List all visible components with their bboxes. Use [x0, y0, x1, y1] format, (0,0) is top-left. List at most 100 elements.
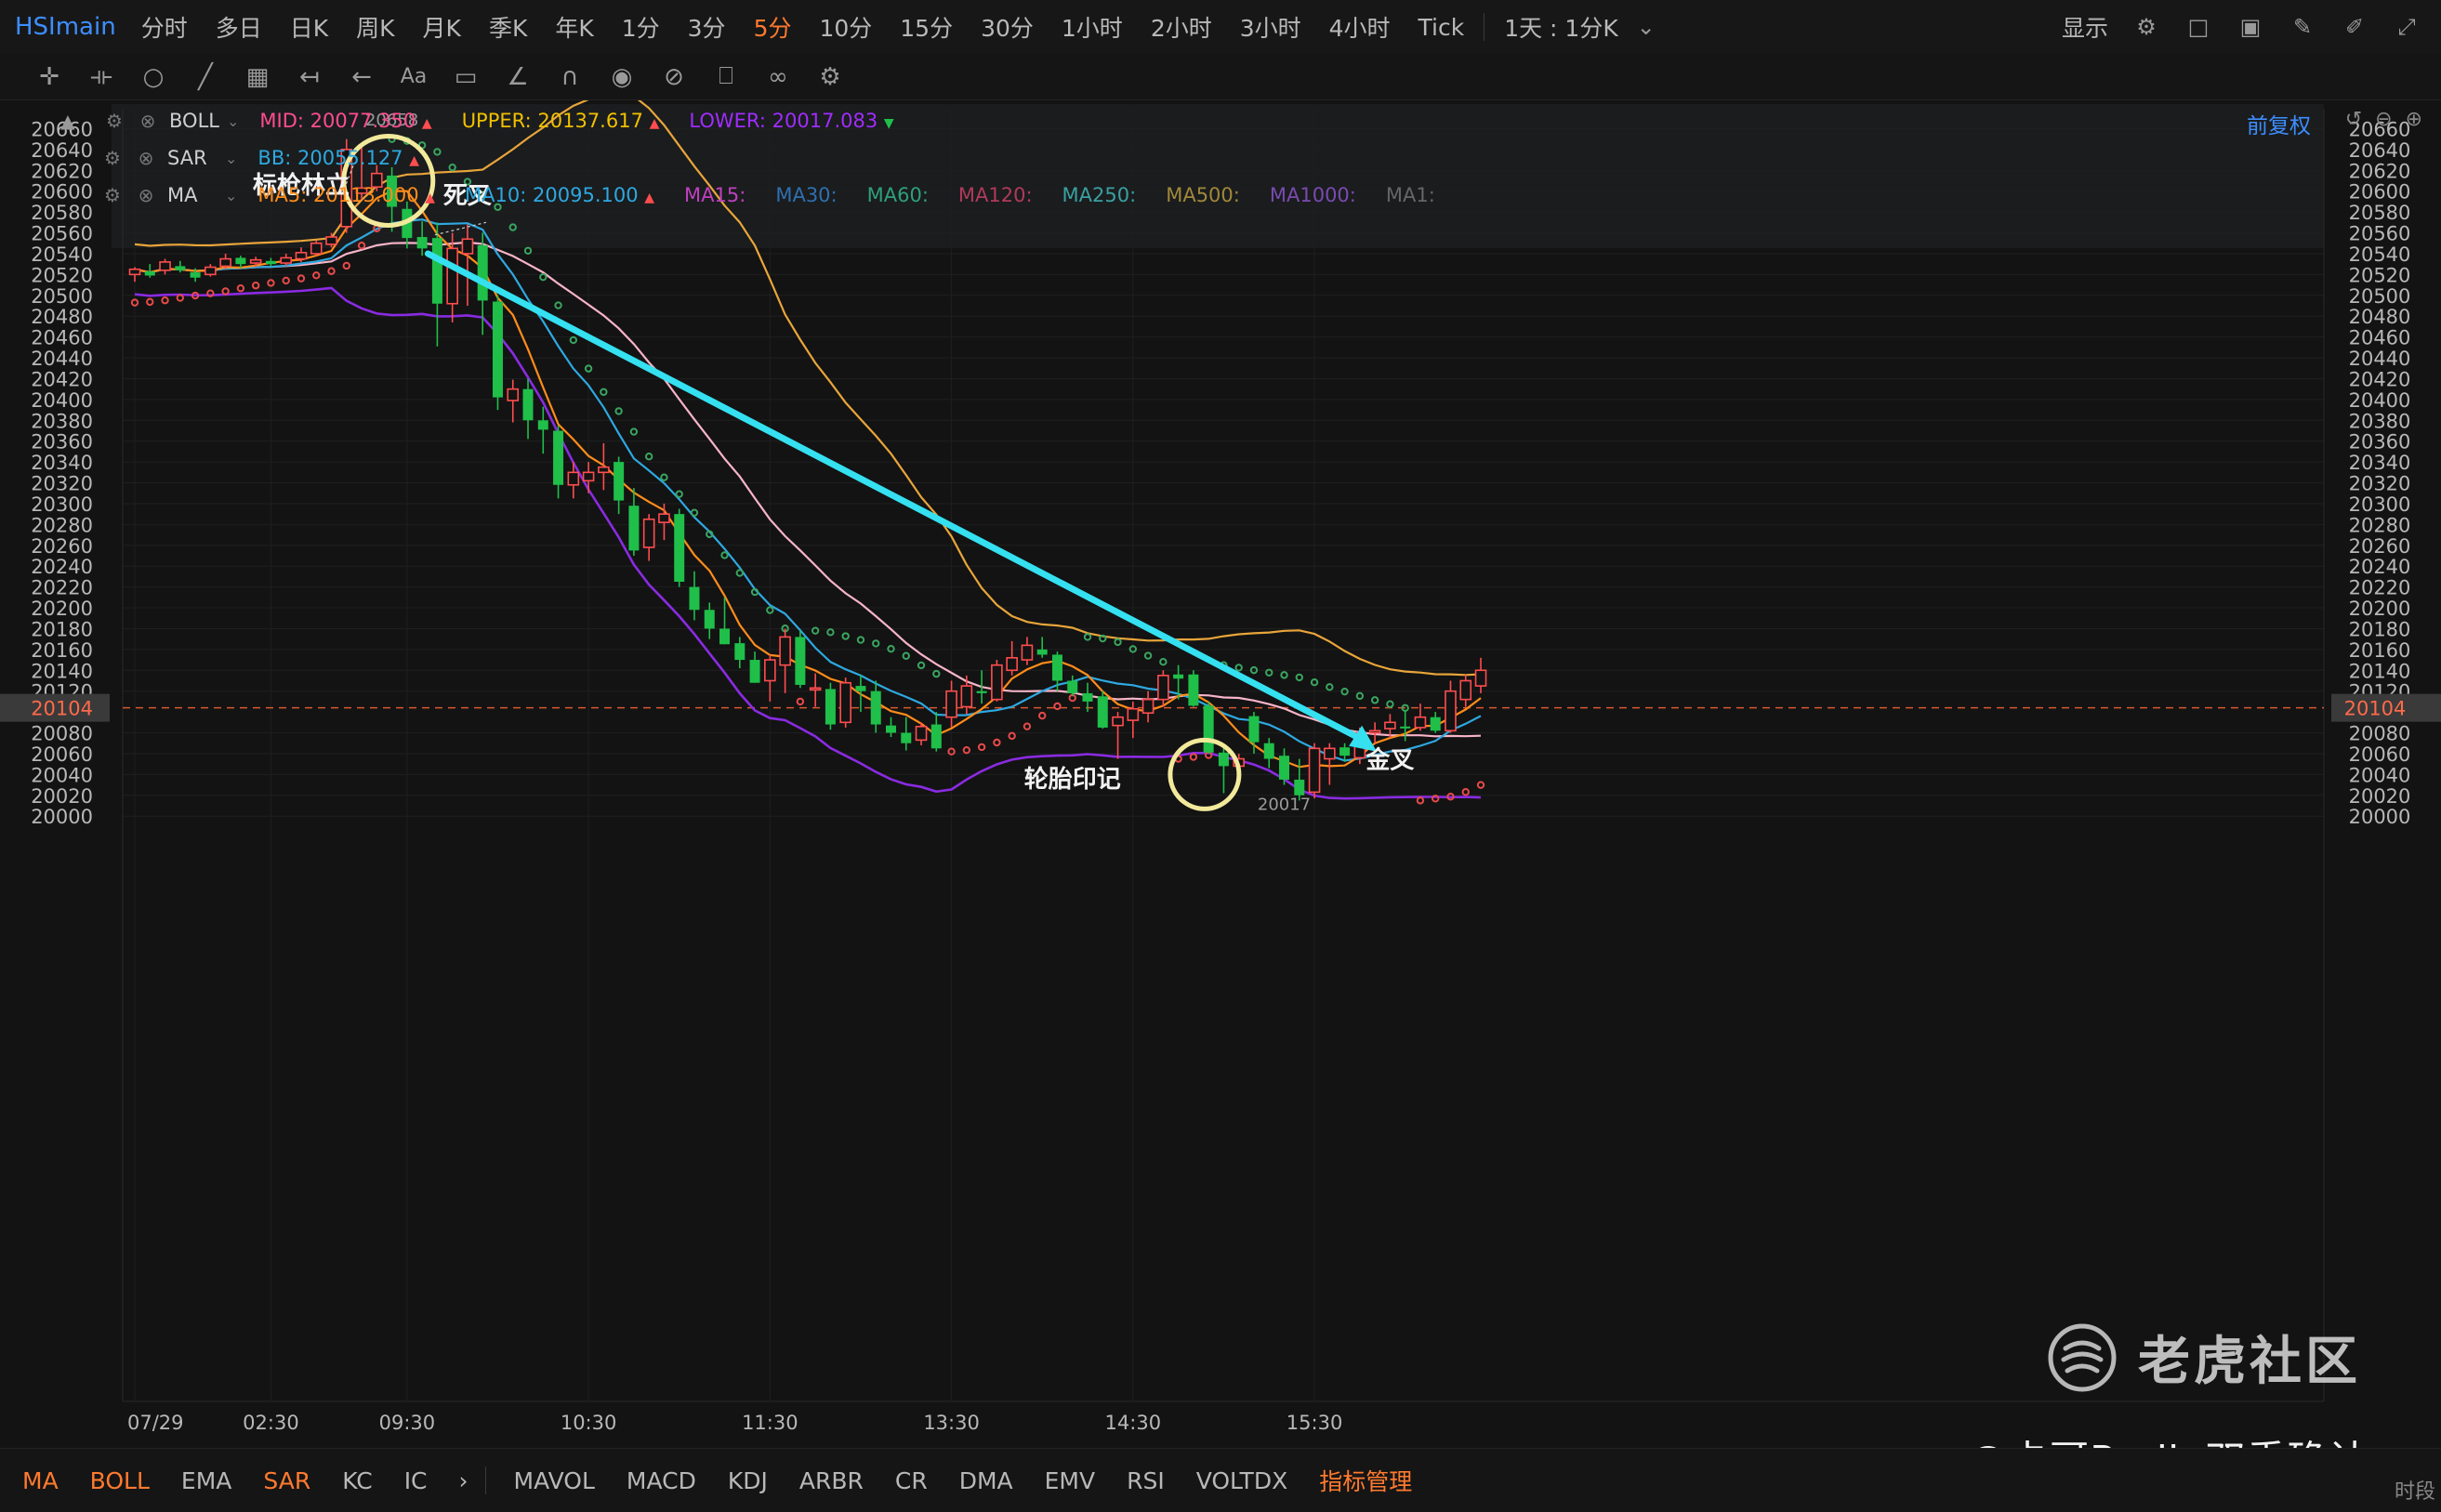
- candle-body[interactable]: [446, 247, 458, 305]
- candle-body[interactable]: [930, 724, 942, 749]
- tab-timeframe[interactable]: 15分: [886, 10, 967, 44]
- candle-body[interactable]: [1430, 717, 1441, 731]
- candle-body[interactable]: [553, 430, 564, 485]
- gear-icon[interactable]: ⚙: [2132, 13, 2160, 41]
- trash-icon[interactable]: ⎕: [712, 62, 740, 91]
- candle-body[interactable]: [249, 258, 262, 264]
- candle-body[interactable]: [960, 685, 973, 708]
- tab-timeframe[interactable]: 30分: [967, 10, 1048, 44]
- tab-timeframe[interactable]: 1分: [608, 10, 674, 44]
- candle-body[interactable]: [1279, 756, 1290, 780]
- indicator-tab[interactable]: VOLTDX: [1196, 1467, 1287, 1494]
- indicator-tab[interactable]: EMV: [1045, 1467, 1095, 1494]
- adjust-mode-button[interactable]: 前复权: [2247, 108, 2311, 139]
- candle-body[interactable]: [886, 725, 896, 733]
- line-tool-icon[interactable]: ⟛: [87, 62, 115, 91]
- candle-body[interactable]: [1067, 680, 1078, 693]
- candle-body[interactable]: [159, 261, 171, 271]
- indicator-tab[interactable]: ARBR: [799, 1467, 864, 1494]
- candle-body[interactable]: [1188, 674, 1199, 706]
- candle-body[interactable]: [1384, 721, 1396, 730]
- arrow-tool-icon[interactable]: ←: [348, 63, 376, 91]
- candle-body[interactable]: [1203, 705, 1214, 753]
- range-selector[interactable]: 1天 : 1分K: [1490, 10, 1632, 44]
- candle-body[interactable]: [674, 514, 685, 583]
- candle-body[interactable]: [614, 462, 625, 501]
- candle-body[interactable]: [719, 628, 731, 645]
- candle-body[interactable]: [809, 687, 822, 691]
- candle-body[interactable]: [598, 466, 610, 474]
- edit-icon[interactable]: ✎: [2289, 13, 2316, 41]
- candle-body[interactable]: [1400, 726, 1411, 729]
- candle-body[interactable]: [1127, 707, 1140, 721]
- indicator-tab[interactable]: MAVOL: [514, 1467, 595, 1494]
- measure-tool-icon[interactable]: ↤: [296, 63, 323, 91]
- candle-body[interactable]: [175, 266, 186, 270]
- candle-body[interactable]: [1082, 692, 1093, 702]
- chevron-down-icon[interactable]: ⌄: [1632, 13, 1660, 41]
- candle-body[interactable]: [1368, 730, 1381, 734]
- indicator-tab[interactable]: SAR: [263, 1467, 310, 1494]
- chevron-down-icon[interactable]: ⌄: [227, 112, 239, 130]
- candle-body[interactable]: [704, 610, 715, 629]
- tab-timeframe[interactable]: 分时: [127, 10, 202, 44]
- candle-body[interactable]: [295, 252, 308, 260]
- candle-body[interactable]: [205, 266, 217, 276]
- candlestick-chart[interactable]: 2066020640206202060020580205602054020520…: [0, 100, 2441, 1448]
- candle-body[interactable]: [1006, 657, 1018, 672]
- candle-body[interactable]: [280, 256, 293, 264]
- candle-body[interactable]: [839, 681, 851, 724]
- fullscreen-icon[interactable]: ⤢: [2393, 13, 2421, 41]
- tab-timeframe[interactable]: 周K: [342, 10, 408, 44]
- candle-body[interactable]: [1051, 654, 1062, 681]
- indicator-tab[interactable]: KDJ: [728, 1467, 768, 1494]
- candle-body[interactable]: [1324, 747, 1336, 760]
- candle-body[interactable]: [1308, 747, 1321, 794]
- hide-icon[interactable]: ⊘: [660, 63, 688, 91]
- move-icon[interactable]: ✛: [35, 63, 63, 91]
- tab-timeframe[interactable]: 10分: [805, 10, 886, 44]
- chevron-down-icon[interactable]: ⌄: [225, 187, 237, 204]
- candle-body[interactable]: [582, 471, 595, 482]
- candle-body[interactable]: [1112, 716, 1124, 727]
- chevron-right-icon[interactable]: ›: [459, 1467, 468, 1494]
- zoom-in-icon[interactable]: ⊕: [2406, 108, 2422, 131]
- candle-body[interactable]: [1263, 743, 1274, 759]
- candle-body[interactable]: [1474, 669, 1487, 687]
- candle-body[interactable]: [265, 260, 276, 265]
- gear-icon[interactable]: ⚙: [100, 146, 125, 170]
- candle-body[interactable]: [855, 686, 866, 691]
- candle-body[interactable]: [945, 690, 957, 718]
- candle-body[interactable]: [1445, 690, 1457, 732]
- candle-body[interactable]: [310, 242, 323, 255]
- candle-body[interactable]: [537, 420, 548, 430]
- candle-body[interactable]: [477, 244, 488, 301]
- candle-body[interactable]: [658, 513, 670, 523]
- gear-icon[interactable]: ⚙: [102, 109, 126, 133]
- candle-body[interactable]: [825, 689, 836, 725]
- candle-body[interactable]: [1459, 679, 1472, 701]
- comment-tool-icon[interactable]: ▭: [452, 63, 480, 91]
- indicator-tab[interactable]: CR: [895, 1467, 928, 1494]
- candle-body[interactable]: [870, 690, 881, 725]
- candle-body[interactable]: [642, 518, 655, 548]
- candle-body[interactable]: [492, 301, 503, 398]
- indicator-tab[interactable]: DMA: [959, 1467, 1013, 1494]
- candle-body[interactable]: [1036, 649, 1048, 655]
- tab-timeframe[interactable]: Tick: [1405, 14, 1479, 41]
- indicator-tab[interactable]: BOLL: [90, 1467, 150, 1494]
- candle-body[interactable]: [901, 732, 912, 743]
- candle-body[interactable]: [764, 659, 776, 682]
- tab-timeframe[interactable]: 年K: [541, 10, 607, 44]
- candle-body[interactable]: [779, 636, 791, 666]
- reset-icon[interactable]: ↺: [2345, 108, 2362, 131]
- candle-body[interactable]: [507, 388, 520, 401]
- indicator-manager-button[interactable]: 指标管理: [1319, 1464, 1412, 1497]
- tab-timeframe[interactable]: 季K: [475, 10, 541, 44]
- indicator-tab[interactable]: EMA: [181, 1467, 231, 1494]
- gear-icon[interactable]: ⚙: [100, 183, 125, 207]
- candle-body[interactable]: [128, 268, 141, 276]
- tab-timeframe[interactable]: 1小时: [1048, 10, 1137, 44]
- magnet-icon[interactable]: ∩: [556, 63, 584, 91]
- candle-body[interactable]: [325, 236, 337, 245]
